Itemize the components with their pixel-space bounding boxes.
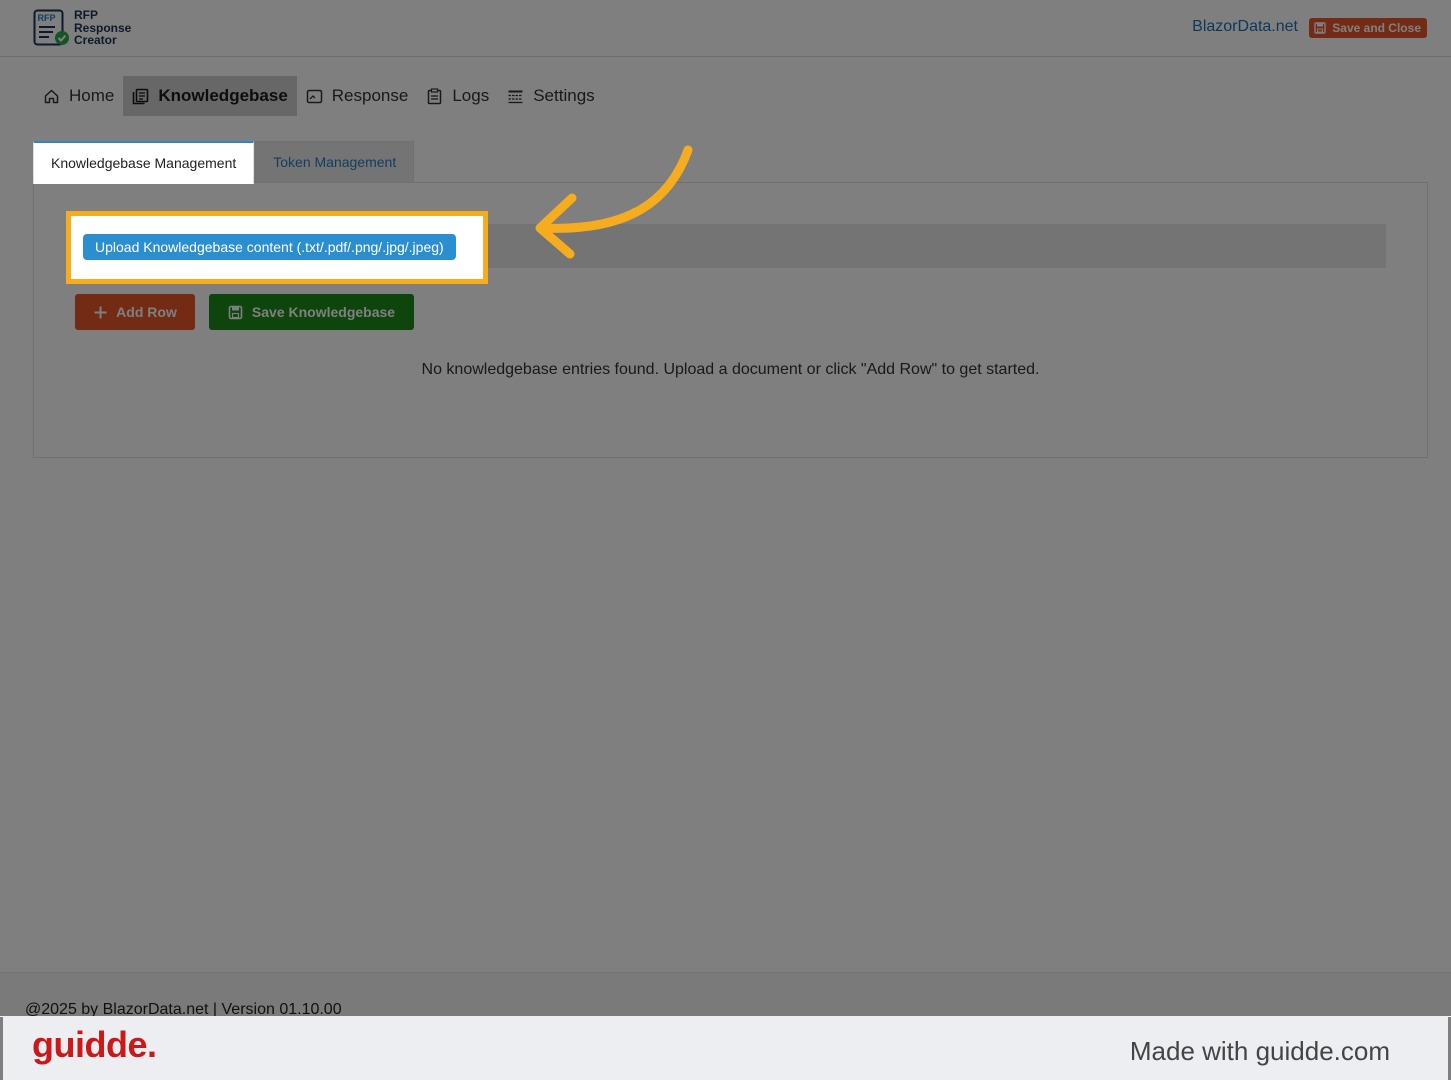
upload-knowledgebase-button[interactable]: Upload Knowledgebase content (.txt/.pdf/… [83, 234, 456, 260]
highlight-box: Upload Knowledgebase content (.txt/.pdf/… [66, 211, 488, 284]
pointer-arrow-icon [535, 145, 693, 259]
guidde-logo: guidde. [32, 1024, 157, 1065]
guidde-watermark-bar: guidde. Made with guidde.com [3, 1016, 1448, 1080]
guidde-credit: Made with guidde.com [1129, 1036, 1390, 1066]
tab-knowledgebase-management[interactable]: Knowledgebase Management [33, 141, 255, 184]
app-window: RFP RFP Response Creator BlazorData.net … [0, 0, 1451, 1018]
